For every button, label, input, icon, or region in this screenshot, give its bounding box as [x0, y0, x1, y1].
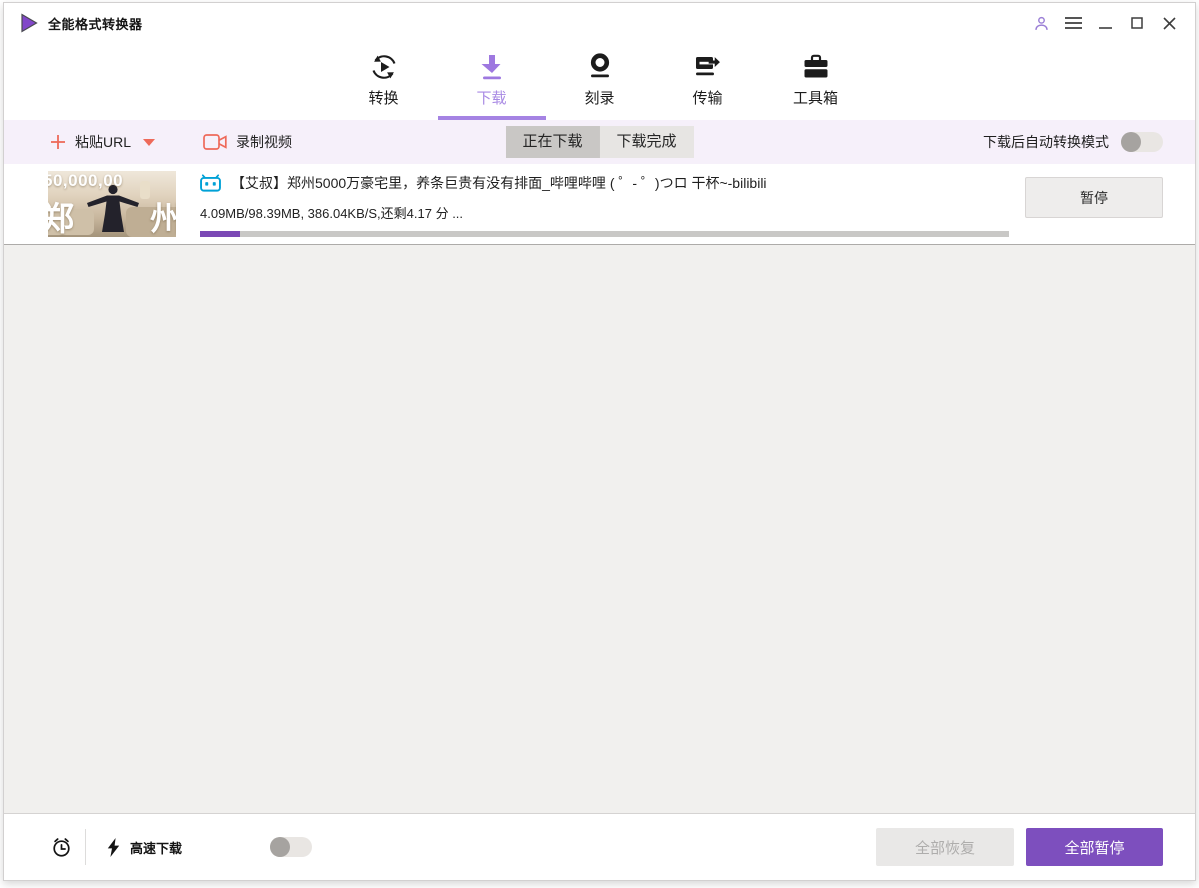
close-icon[interactable]: [1159, 13, 1179, 33]
thumbnail-overlay-text: 州: [150, 192, 176, 237]
tab-download[interactable]: 下载: [456, 43, 528, 120]
footer-divider: [85, 829, 86, 865]
minimize-icon[interactable]: [1095, 13, 1115, 33]
pause-all-button[interactable]: 全部暂停: [1026, 828, 1163, 866]
app-title: 全能格式转换器: [48, 16, 143, 32]
auto-convert-toggle[interactable]: [1121, 132, 1163, 152]
pause-button[interactable]: 暂停: [1025, 177, 1163, 218]
thumbnail-person-silhouette: [87, 184, 139, 232]
download-stats: 4.09MB/98.39MB, 386.04KB/S,还剩4.17 分 ...: [200, 206, 464, 221]
bilibili-tv-icon: [200, 174, 221, 192]
paste-url-label: 粘贴URL: [75, 134, 132, 150]
toggle-knob: [1121, 132, 1141, 152]
tab-burn[interactable]: 刻录: [564, 43, 636, 120]
window-controls: [1031, 13, 1179, 33]
main-nav: 转换 下载 刻录 传输 工具箱: [4, 43, 1195, 120]
auto-convert-group: 下载后自动转换模式: [983, 132, 1163, 152]
video-thumbnail: 50,000,00 郑 州: [48, 171, 176, 237]
footer-bar: 高速下载 全部恢复 全部暂停: [4, 813, 1195, 880]
download-item-info: 【艾叔】郑州5000万豪宅里，养条巨贵有没有排面_哔哩哔哩 ( ゜- ゜)つロ …: [200, 164, 1009, 244]
download-title: 【艾叔】郑州5000万豪宅里，养条巨贵有没有排面_哔哩哔哩 ( ゜- ゜)つロ …: [231, 175, 767, 191]
user-icon[interactable]: [1031, 13, 1051, 33]
tab-convert[interactable]: 转换: [348, 43, 420, 120]
thumbnail-overlay-text: 郑: [48, 192, 74, 237]
tab-download-finished[interactable]: 下载完成: [599, 126, 694, 158]
tab-download-label: 下载: [476, 90, 507, 107]
progress-fill: [200, 231, 241, 237]
camera-icon: [203, 134, 227, 150]
tab-transfer[interactable]: 传输: [672, 43, 744, 120]
paste-url-button[interactable]: 粘贴URL: [50, 132, 156, 152]
tab-burn-label: 刻录: [584, 90, 615, 107]
alarm-clock-icon[interactable]: [50, 836, 73, 859]
plus-icon: [51, 135, 65, 149]
download-list-empty-area: [4, 245, 1195, 813]
record-video-label: 录制视频: [236, 134, 293, 150]
progress-bar: [200, 231, 1009, 237]
convert-icon: [372, 55, 395, 79]
tab-convert-label: 转换: [368, 90, 399, 107]
caret-down-icon[interactable]: [143, 138, 156, 146]
app-logo-play-icon: [21, 13, 38, 33]
lightning-icon: [107, 837, 120, 857]
toggle-knob: [270, 837, 291, 857]
download-state-tabs: 正在下载 下载完成: [505, 126, 694, 158]
high-speed-toggle[interactable]: [270, 837, 313, 857]
burn-icon: [590, 53, 609, 78]
thumbnail-overlay-text: 50,000,00: [48, 171, 124, 190]
menu-icon[interactable]: [1063, 13, 1083, 33]
download-icon: [481, 55, 501, 80]
app-window: 全能格式转换器 转换 下载 刻录 传输 工具箱 粘贴URL 录制视频 正在下载 …: [3, 2, 1196, 881]
maximize-icon[interactable]: [1127, 13, 1147, 33]
title-bar: 全能格式转换器: [4, 3, 1195, 43]
resume-all-button[interactable]: 全部恢复: [876, 828, 1014, 866]
high-speed-label: 高速下载: [130, 840, 183, 856]
toolbox-icon: [804, 54, 827, 78]
download-item[interactable]: 50,000,00 郑 州 【艾叔】郑州5000万豪宅里，养条巨贵有没有排面_哔…: [4, 164, 1195, 245]
record-video-button[interactable]: 录制视频: [203, 132, 292, 152]
tab-downloading[interactable]: 正在下载: [505, 126, 600, 158]
tab-toolbox[interactable]: 工具箱: [780, 43, 852, 120]
tab-toolbox-label: 工具箱: [792, 90, 838, 107]
tab-transfer-label: 传输: [692, 90, 723, 107]
auto-convert-label: 下载后自动转换模式: [983, 134, 1109, 150]
transfer-icon: [695, 57, 720, 76]
download-toolbar: 粘贴URL 录制视频 正在下载 下载完成 下载后自动转换模式: [4, 120, 1195, 164]
